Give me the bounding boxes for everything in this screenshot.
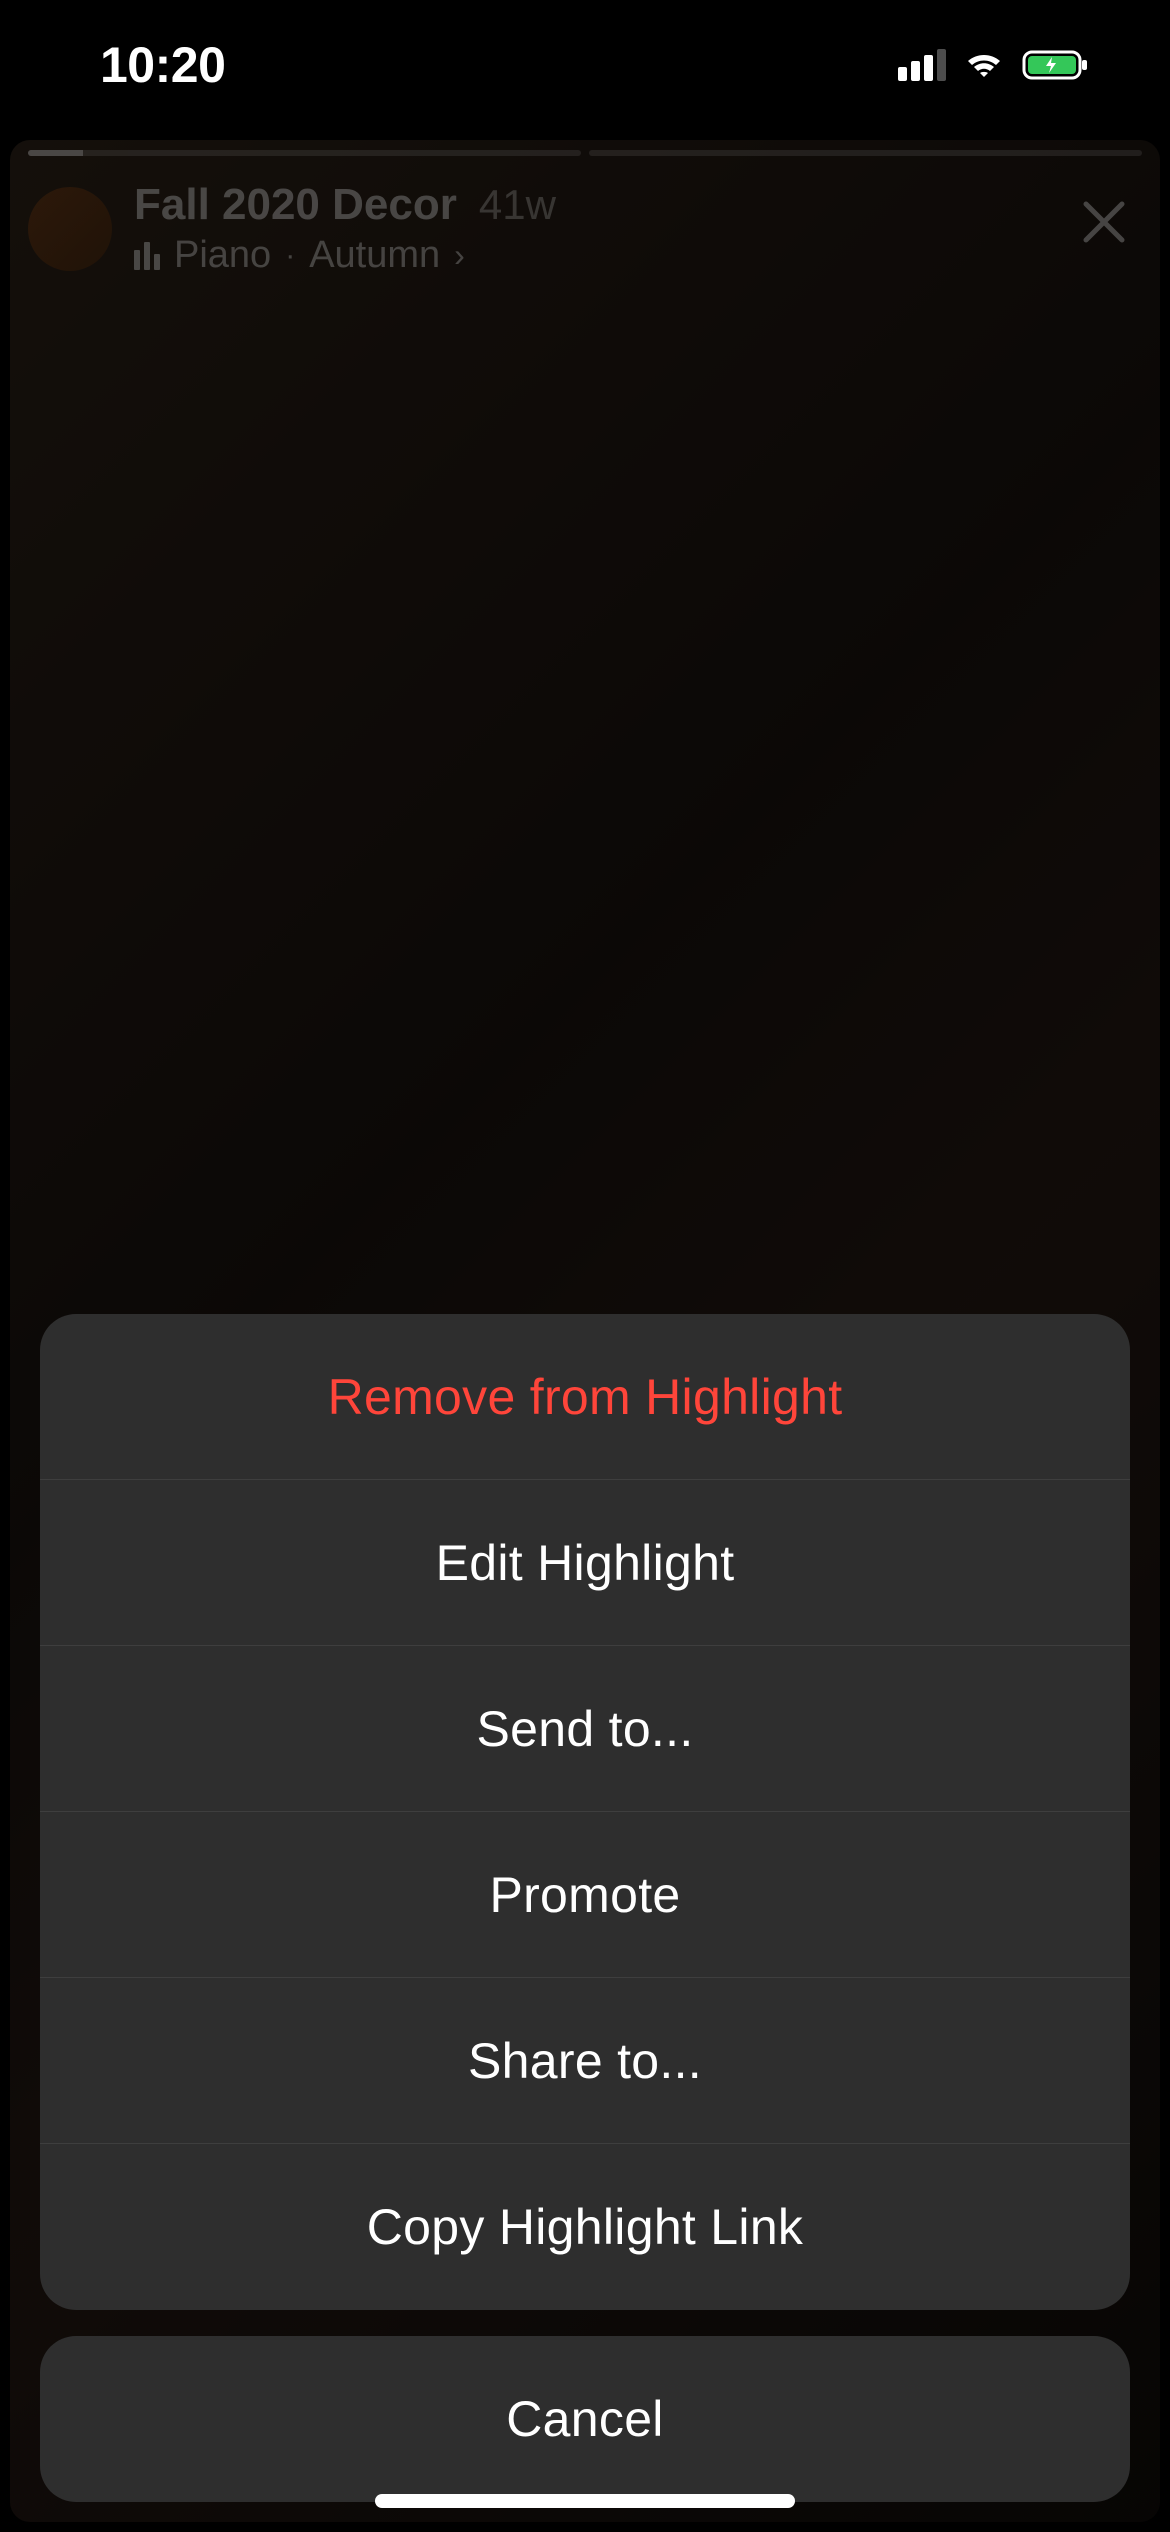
share-to-button[interactable]: Share to... xyxy=(40,1978,1130,2144)
cellular-signal-icon xyxy=(898,49,946,81)
home-indicator[interactable] xyxy=(375,2494,795,2508)
status-bar: 10:20 xyxy=(0,0,1170,130)
promote-button[interactable]: Promote xyxy=(40,1812,1130,1978)
cancel-button[interactable]: Cancel xyxy=(40,2336,1130,2502)
status-icons xyxy=(898,48,1090,82)
edit-highlight-button[interactable]: Edit Highlight xyxy=(40,1480,1130,1646)
remove-from-highlight-button[interactable]: Remove from Highlight xyxy=(40,1314,1130,1480)
action-sheet-options: Remove from Highlight Edit Highlight Sen… xyxy=(40,1314,1130,2310)
action-sheet: Remove from Highlight Edit Highlight Sen… xyxy=(40,1314,1130,2502)
send-to-button[interactable]: Send to... xyxy=(40,1646,1130,1812)
copy-highlight-link-button[interactable]: Copy Highlight Link xyxy=(40,2144,1130,2310)
status-time: 10:20 xyxy=(100,36,225,94)
wifi-icon xyxy=(962,49,1006,81)
battery-charging-icon xyxy=(1022,48,1090,82)
